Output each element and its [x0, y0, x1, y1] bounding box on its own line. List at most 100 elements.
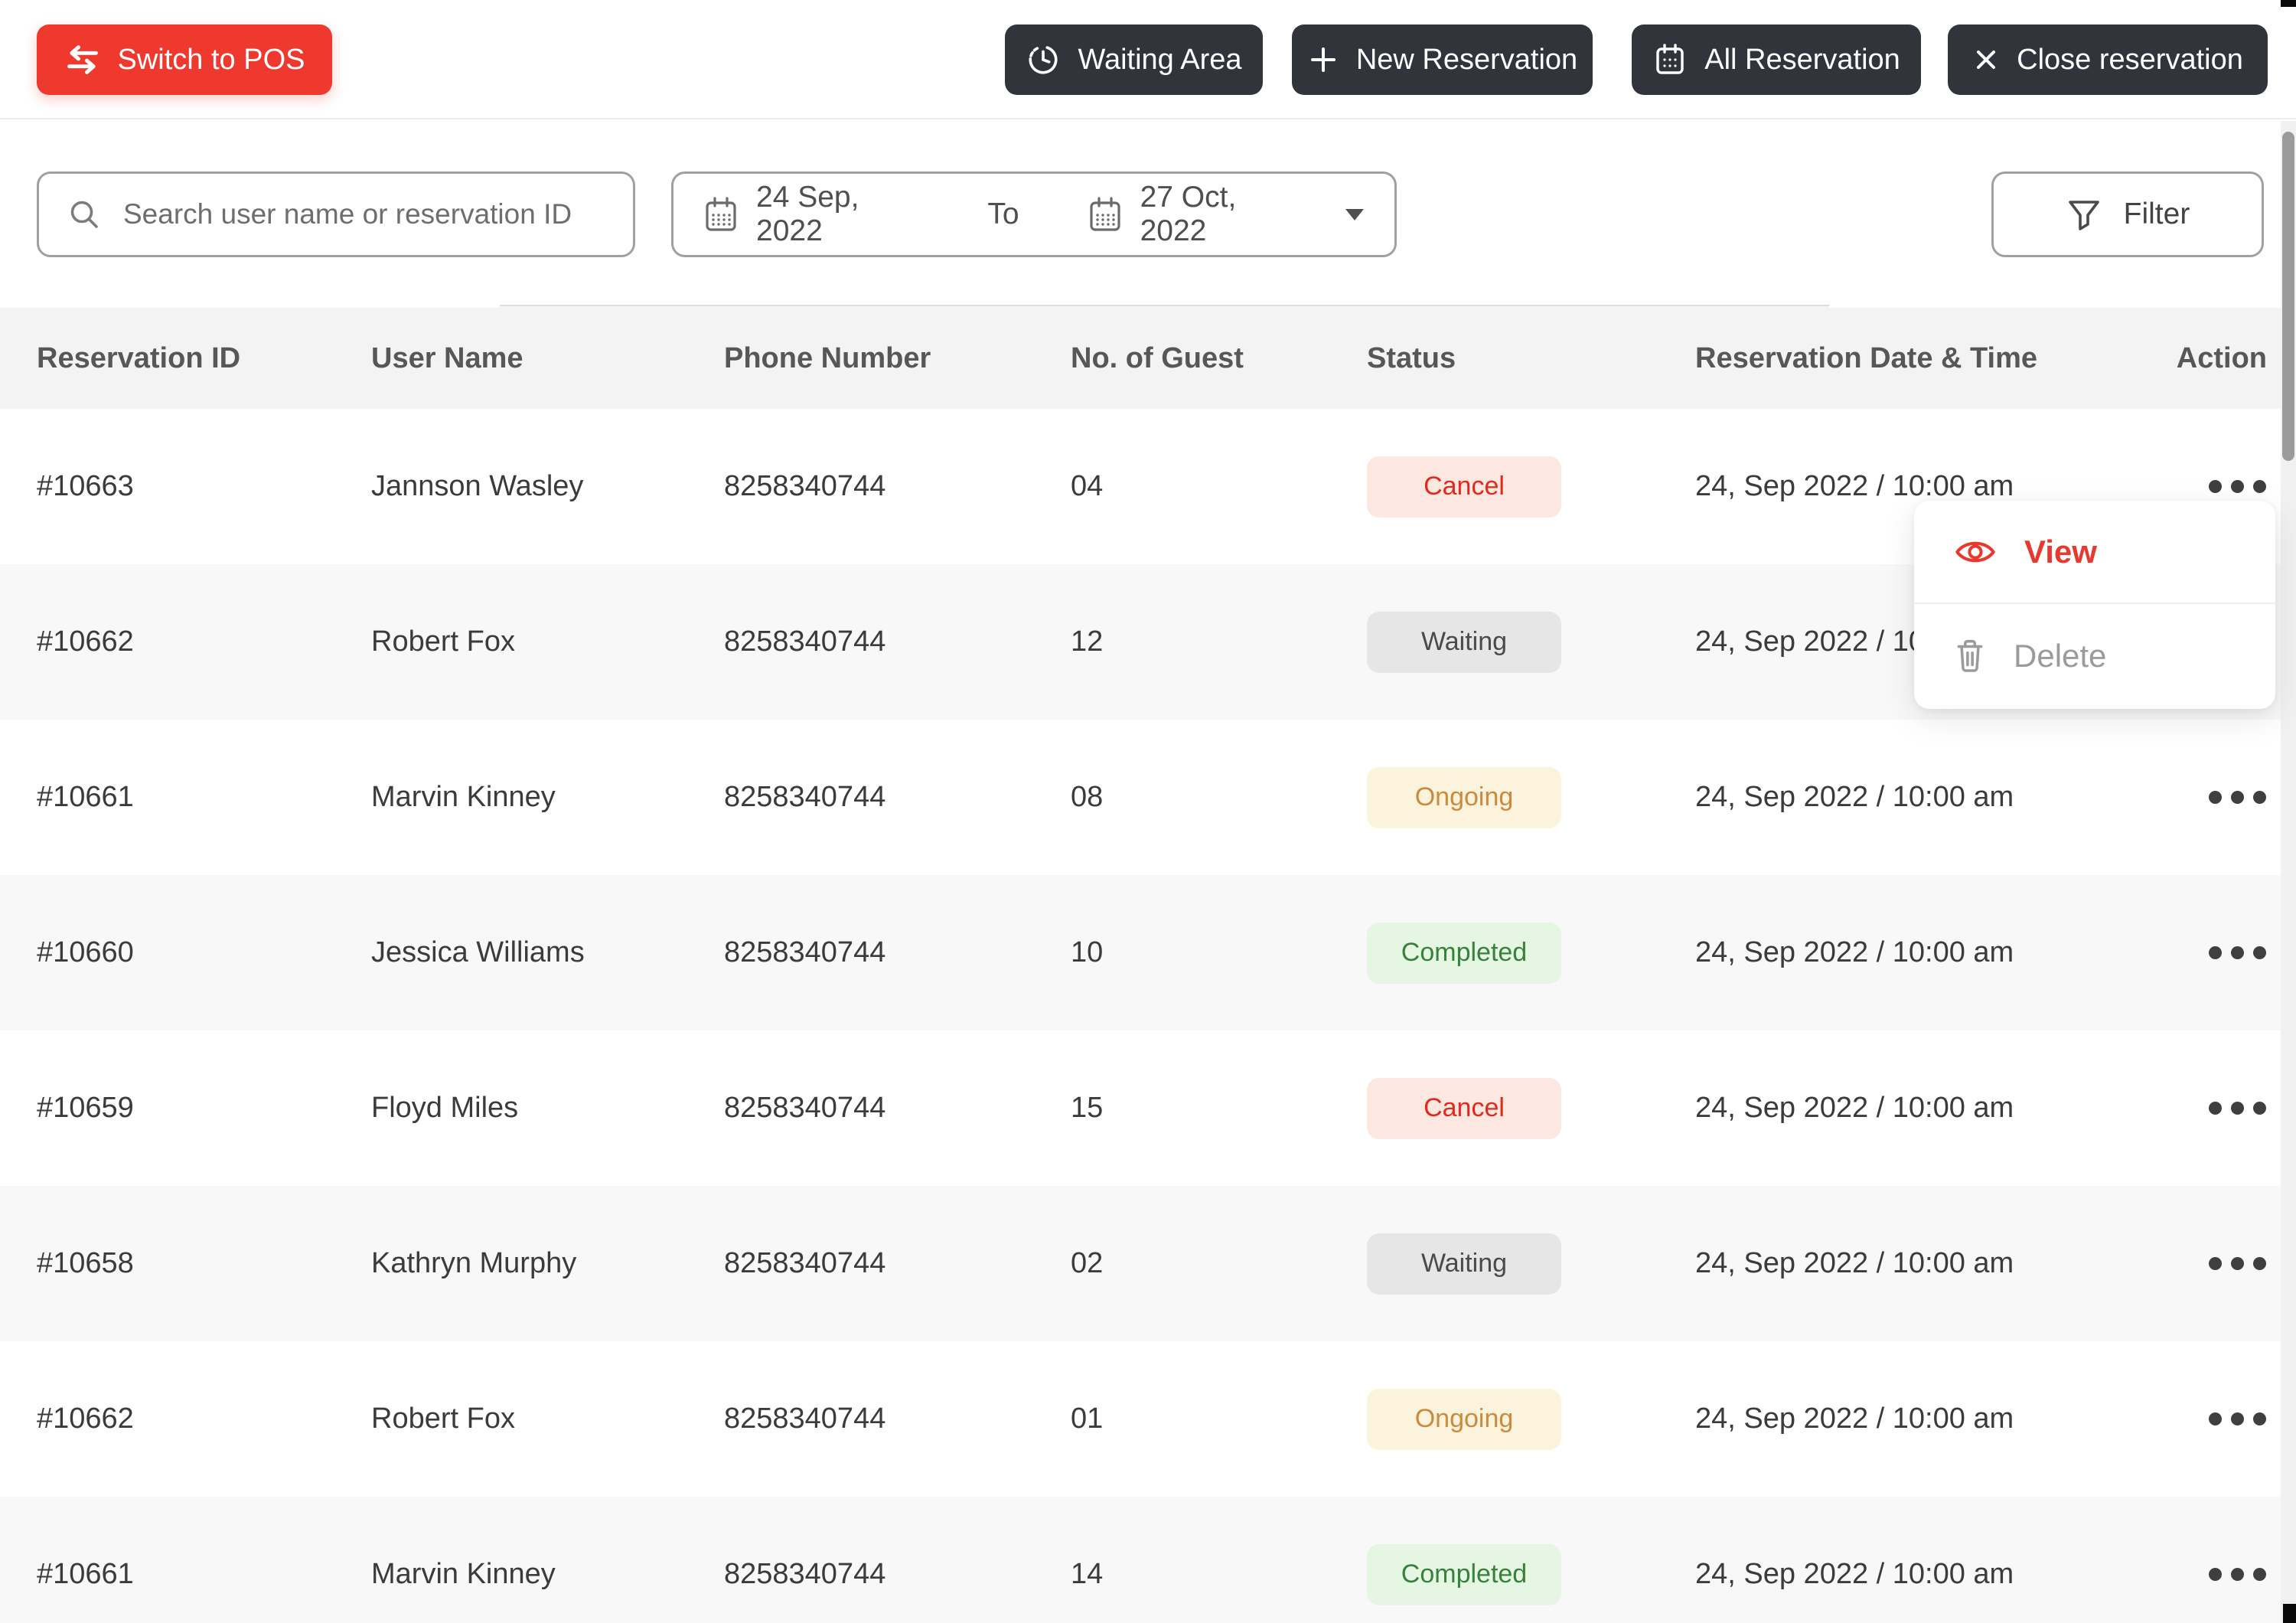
phone-number-cell: 8258340744: [724, 1092, 886, 1124]
dot: [2253, 1257, 2266, 1270]
search-box: [37, 171, 635, 257]
column-header-phone-number: Phone Number: [724, 341, 931, 374]
status-badge: Ongoing: [1367, 1388, 1561, 1450]
new-reservation-button[interactable]: New Reservation: [1292, 24, 1593, 95]
guest-count-cell: 04: [1071, 470, 1104, 502]
dot: [2209, 1257, 2222, 1270]
funnel-icon: [2066, 196, 2102, 233]
plus-icon: [1307, 44, 1339, 76]
status-badge: Completed: [1367, 1543, 1561, 1605]
dot: [2253, 791, 2266, 804]
search-input[interactable]: [122, 198, 610, 231]
reservation-id-cell: #10661: [37, 781, 134, 813]
reservation-id-cell: #10659: [37, 1092, 134, 1124]
status-badge: Waiting: [1367, 1233, 1561, 1295]
filter-button[interactable]: Filter: [1991, 171, 2264, 257]
user-name-cell: Robert Fox: [371, 1403, 515, 1435]
user-name-cell: Marvin Kinney: [371, 781, 556, 813]
phone-number-cell: 8258340744: [724, 470, 886, 502]
row-actions-ellipsis-icon[interactable]: [2209, 875, 2266, 1030]
table-row: #10661 Marvin Kinney 8258340744 08 Ongoi…: [0, 720, 2296, 875]
trash-icon: [1954, 638, 1986, 674]
user-name-cell: Robert Fox: [371, 625, 515, 658]
column-header-status: Status: [1367, 341, 1456, 374]
table-header: Reservation ID User Name Phone Number No…: [0, 305, 2296, 412]
column-header-action: Action: [2176, 341, 2267, 374]
dot: [2253, 1568, 2266, 1581]
reservation-datetime-cell: 24, Sep 2022 / 10:00 am: [1695, 781, 2014, 813]
status-badge: Cancel: [1367, 456, 1561, 518]
calendar-icon: [1088, 196, 1122, 233]
user-name-cell: Jessica Williams: [371, 936, 585, 968]
date-range-picker[interactable]: 24 Sep, 2022 To 27 Oct, 2022: [671, 171, 1397, 257]
menu-item-view[interactable]: View: [1914, 501, 2275, 604]
dot: [2231, 480, 2244, 493]
dot: [2231, 946, 2244, 959]
guest-count-cell: 01: [1071, 1403, 1104, 1435]
calendar-icon: [704, 196, 738, 233]
calendar-note-icon: [1652, 42, 1688, 77]
dot: [2209, 480, 2222, 493]
date-to-value[interactable]: 27 Oct, 2022: [1140, 181, 1296, 248]
menu-item-delete-label: Delete: [2014, 637, 2107, 674]
guest-count-cell: 10: [1071, 936, 1104, 968]
row-actions-ellipsis-icon[interactable]: [2209, 1341, 2266, 1497]
filter-bar: 24 Sep, 2022 To 27 Oct, 2022 Filter: [0, 121, 2296, 308]
row-actions-ellipsis-icon[interactable]: [2209, 720, 2266, 875]
row-actions-ellipsis-icon[interactable]: [2209, 1030, 2266, 1186]
dot: [2253, 480, 2266, 493]
close-reservation-button[interactable]: Close reservation: [1948, 24, 2268, 95]
close-reservation-label: Close reservation: [2017, 43, 2243, 76]
dot: [2209, 1412, 2222, 1425]
reservation-datetime-cell: 24, Sep 2022 / 10:00 am: [1695, 1247, 2014, 1279]
reservation-datetime-cell: 24, Sep 2022 / 10:00 am: [1695, 1403, 2014, 1435]
status-badge: Waiting: [1367, 611, 1561, 673]
dot: [2253, 946, 2266, 959]
reservation-datetime-cell: 24, Sep 2022 / 10:00 am: [1695, 1092, 2014, 1124]
reservation-id-cell: #10663: [37, 470, 134, 502]
guest-count-cell: 08: [1071, 781, 1104, 813]
search-icon: [67, 197, 102, 232]
reservation-id-cell: #10662: [37, 625, 134, 658]
user-name-cell: Kathryn Murphy: [371, 1247, 577, 1279]
guest-count-cell: 12: [1071, 625, 1104, 658]
user-name-cell: Marvin Kinney: [371, 1558, 556, 1590]
chevron-down-icon[interactable]: [1345, 208, 1364, 220]
waiting-area-button[interactable]: Waiting Area: [1005, 24, 1263, 95]
dot: [2231, 1412, 2244, 1425]
date-from-value[interactable]: 24 Sep, 2022: [756, 181, 918, 248]
row-action-menu: View Delete: [1914, 501, 2275, 709]
menu-item-delete[interactable]: Delete: [1914, 604, 2275, 707]
swap-arrows-icon: [64, 43, 101, 77]
menu-item-view-label: View: [2024, 533, 2097, 570]
phone-number-cell: 8258340744: [724, 781, 886, 813]
dot: [2209, 946, 2222, 959]
phone-number-cell: 8258340744: [724, 625, 886, 658]
column-header-no-of-guest: No. of Guest: [1071, 341, 1244, 374]
switch-to-pos-label: Switch to POS: [117, 43, 305, 76]
vertical-scrollbar-thumb[interactable]: [2282, 132, 2294, 461]
phone-number-cell: 8258340744: [724, 936, 886, 968]
screen-corner-artifact-bottom-right: [2283, 1604, 2296, 1623]
all-reservation-button[interactable]: All Reservation: [1632, 24, 1921, 95]
status-badge: Ongoing: [1367, 766, 1561, 828]
table-row: #10661 Marvin Kinney 8258340744 14 Compl…: [0, 1497, 2296, 1623]
reservation-id-cell: #10662: [37, 1403, 134, 1435]
switch-to-pos-button[interactable]: Switch to POS: [37, 24, 332, 95]
column-header-user-name: User Name: [371, 341, 523, 374]
user-name-cell: Jannson Wasley: [371, 470, 584, 502]
table-row: #10659 Floyd Miles 8258340744 15 Cancel …: [0, 1030, 2296, 1186]
filter-label: Filter: [2123, 198, 2190, 230]
dot: [2253, 1412, 2266, 1425]
row-actions-ellipsis-icon[interactable]: [2209, 1497, 2266, 1623]
dot: [2231, 1102, 2244, 1115]
row-actions-ellipsis-icon[interactable]: [2209, 1186, 2266, 1341]
guest-count-cell: 02: [1071, 1247, 1104, 1279]
reservation-id-cell: #10660: [37, 936, 134, 968]
phone-number-cell: 8258340744: [724, 1558, 886, 1590]
phone-number-cell: 8258340744: [724, 1247, 886, 1279]
table-row: #10658 Kathryn Murphy 8258340744 02 Wait…: [0, 1186, 2296, 1341]
status-badge: Cancel: [1367, 1077, 1561, 1139]
top-bar: Switch to POS Waiting Area New Reservati…: [0, 0, 2296, 119]
dot: [2209, 791, 2222, 804]
